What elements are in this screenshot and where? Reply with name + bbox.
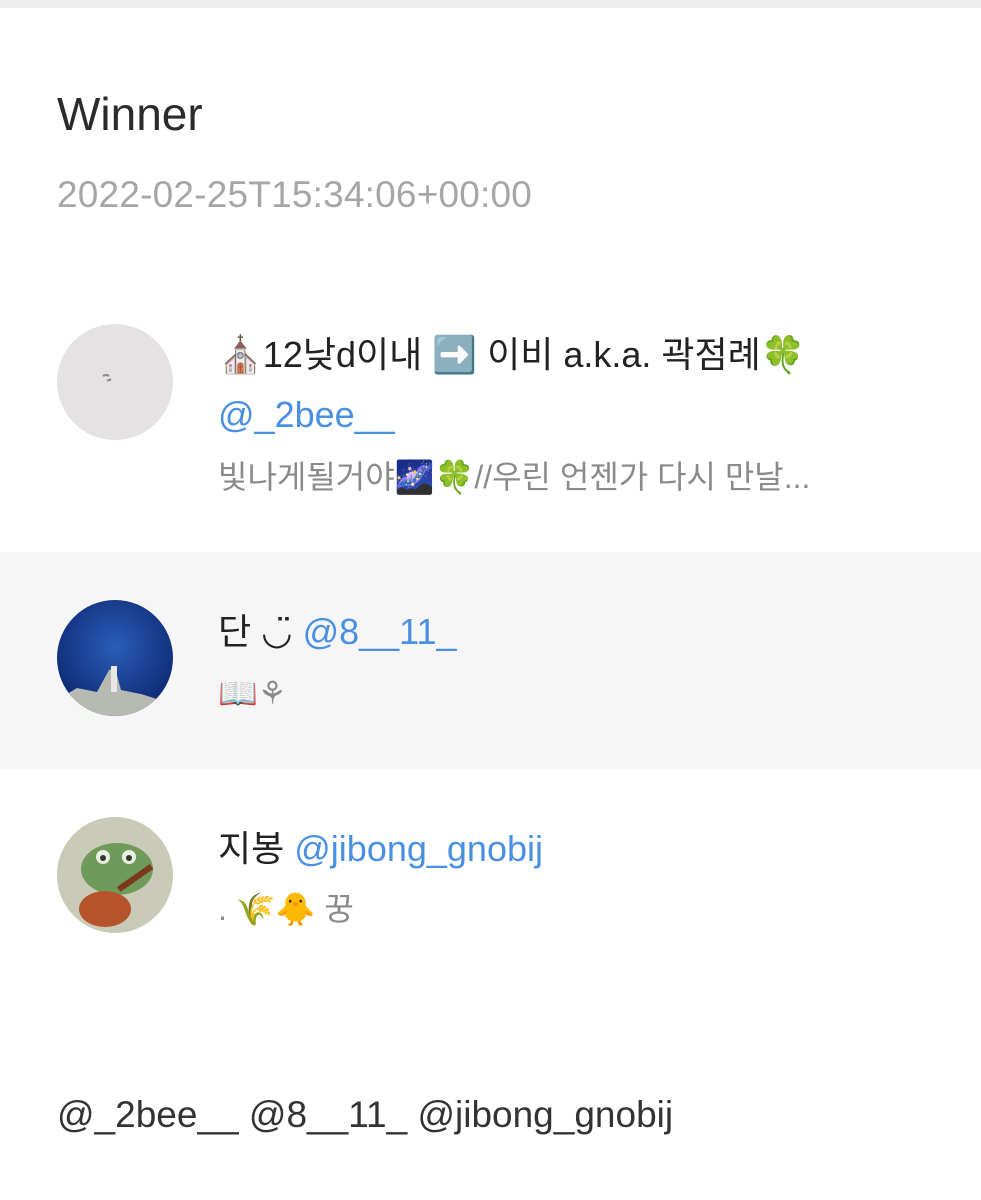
blue-ocean-avatar-icon[interactable] bbox=[57, 600, 173, 716]
mentions-text: @_2bee__ @8__11_ @jibong_gnobij bbox=[57, 1094, 674, 1135]
winner-row[interactable]: 단 ◡̈ @8__11_ 📖⚘ bbox=[0, 552, 981, 769]
post-title: Winner bbox=[57, 88, 203, 140]
winner-bio: 📖⚘ bbox=[218, 675, 287, 711]
winner-row[interactable]: 지봉 @jibong_gnobij . 🌾🐥 꿍 bbox=[0, 769, 981, 979]
white-paper-avatar-icon[interactable] bbox=[57, 324, 173, 440]
winner-handle[interactable]: @jibong_gnobij bbox=[294, 828, 543, 869]
top-divider bbox=[0, 0, 981, 8]
winner-handle[interactable]: @8__11_ bbox=[303, 611, 457, 652]
winner-bio: . 🌾🐥 꿍 bbox=[218, 891, 354, 927]
winner-handle[interactable]: @_2bee__ bbox=[218, 393, 395, 437]
winner-name-line: 단 ◡̈ @8__11_ bbox=[218, 610, 457, 654]
green-frog-avatar-icon[interactable] bbox=[57, 817, 173, 933]
winner-name-line: 지봉 @jibong_gnobij bbox=[218, 827, 543, 871]
post-timestamp: 2022-02-25T15:34:06+00:00 bbox=[57, 174, 533, 215]
winner-bio: 빛나게될거야🌌🍀//우린 언젠가 다시 만날... bbox=[218, 459, 811, 495]
winner-display-name: 단 ◡̈ bbox=[218, 611, 293, 652]
winner-row[interactable]: ⛪12낮d이내 ➡️ 이비 a.k.a. 곽점례🍀 @_2bee__ 빛나게될거… bbox=[0, 275, 981, 552]
winner-display-name: 지봉 bbox=[218, 828, 285, 869]
winner-display-name: ⛪12낮d이내 ➡️ 이비 a.k.a. 곽점례🍀 bbox=[218, 334, 806, 375]
